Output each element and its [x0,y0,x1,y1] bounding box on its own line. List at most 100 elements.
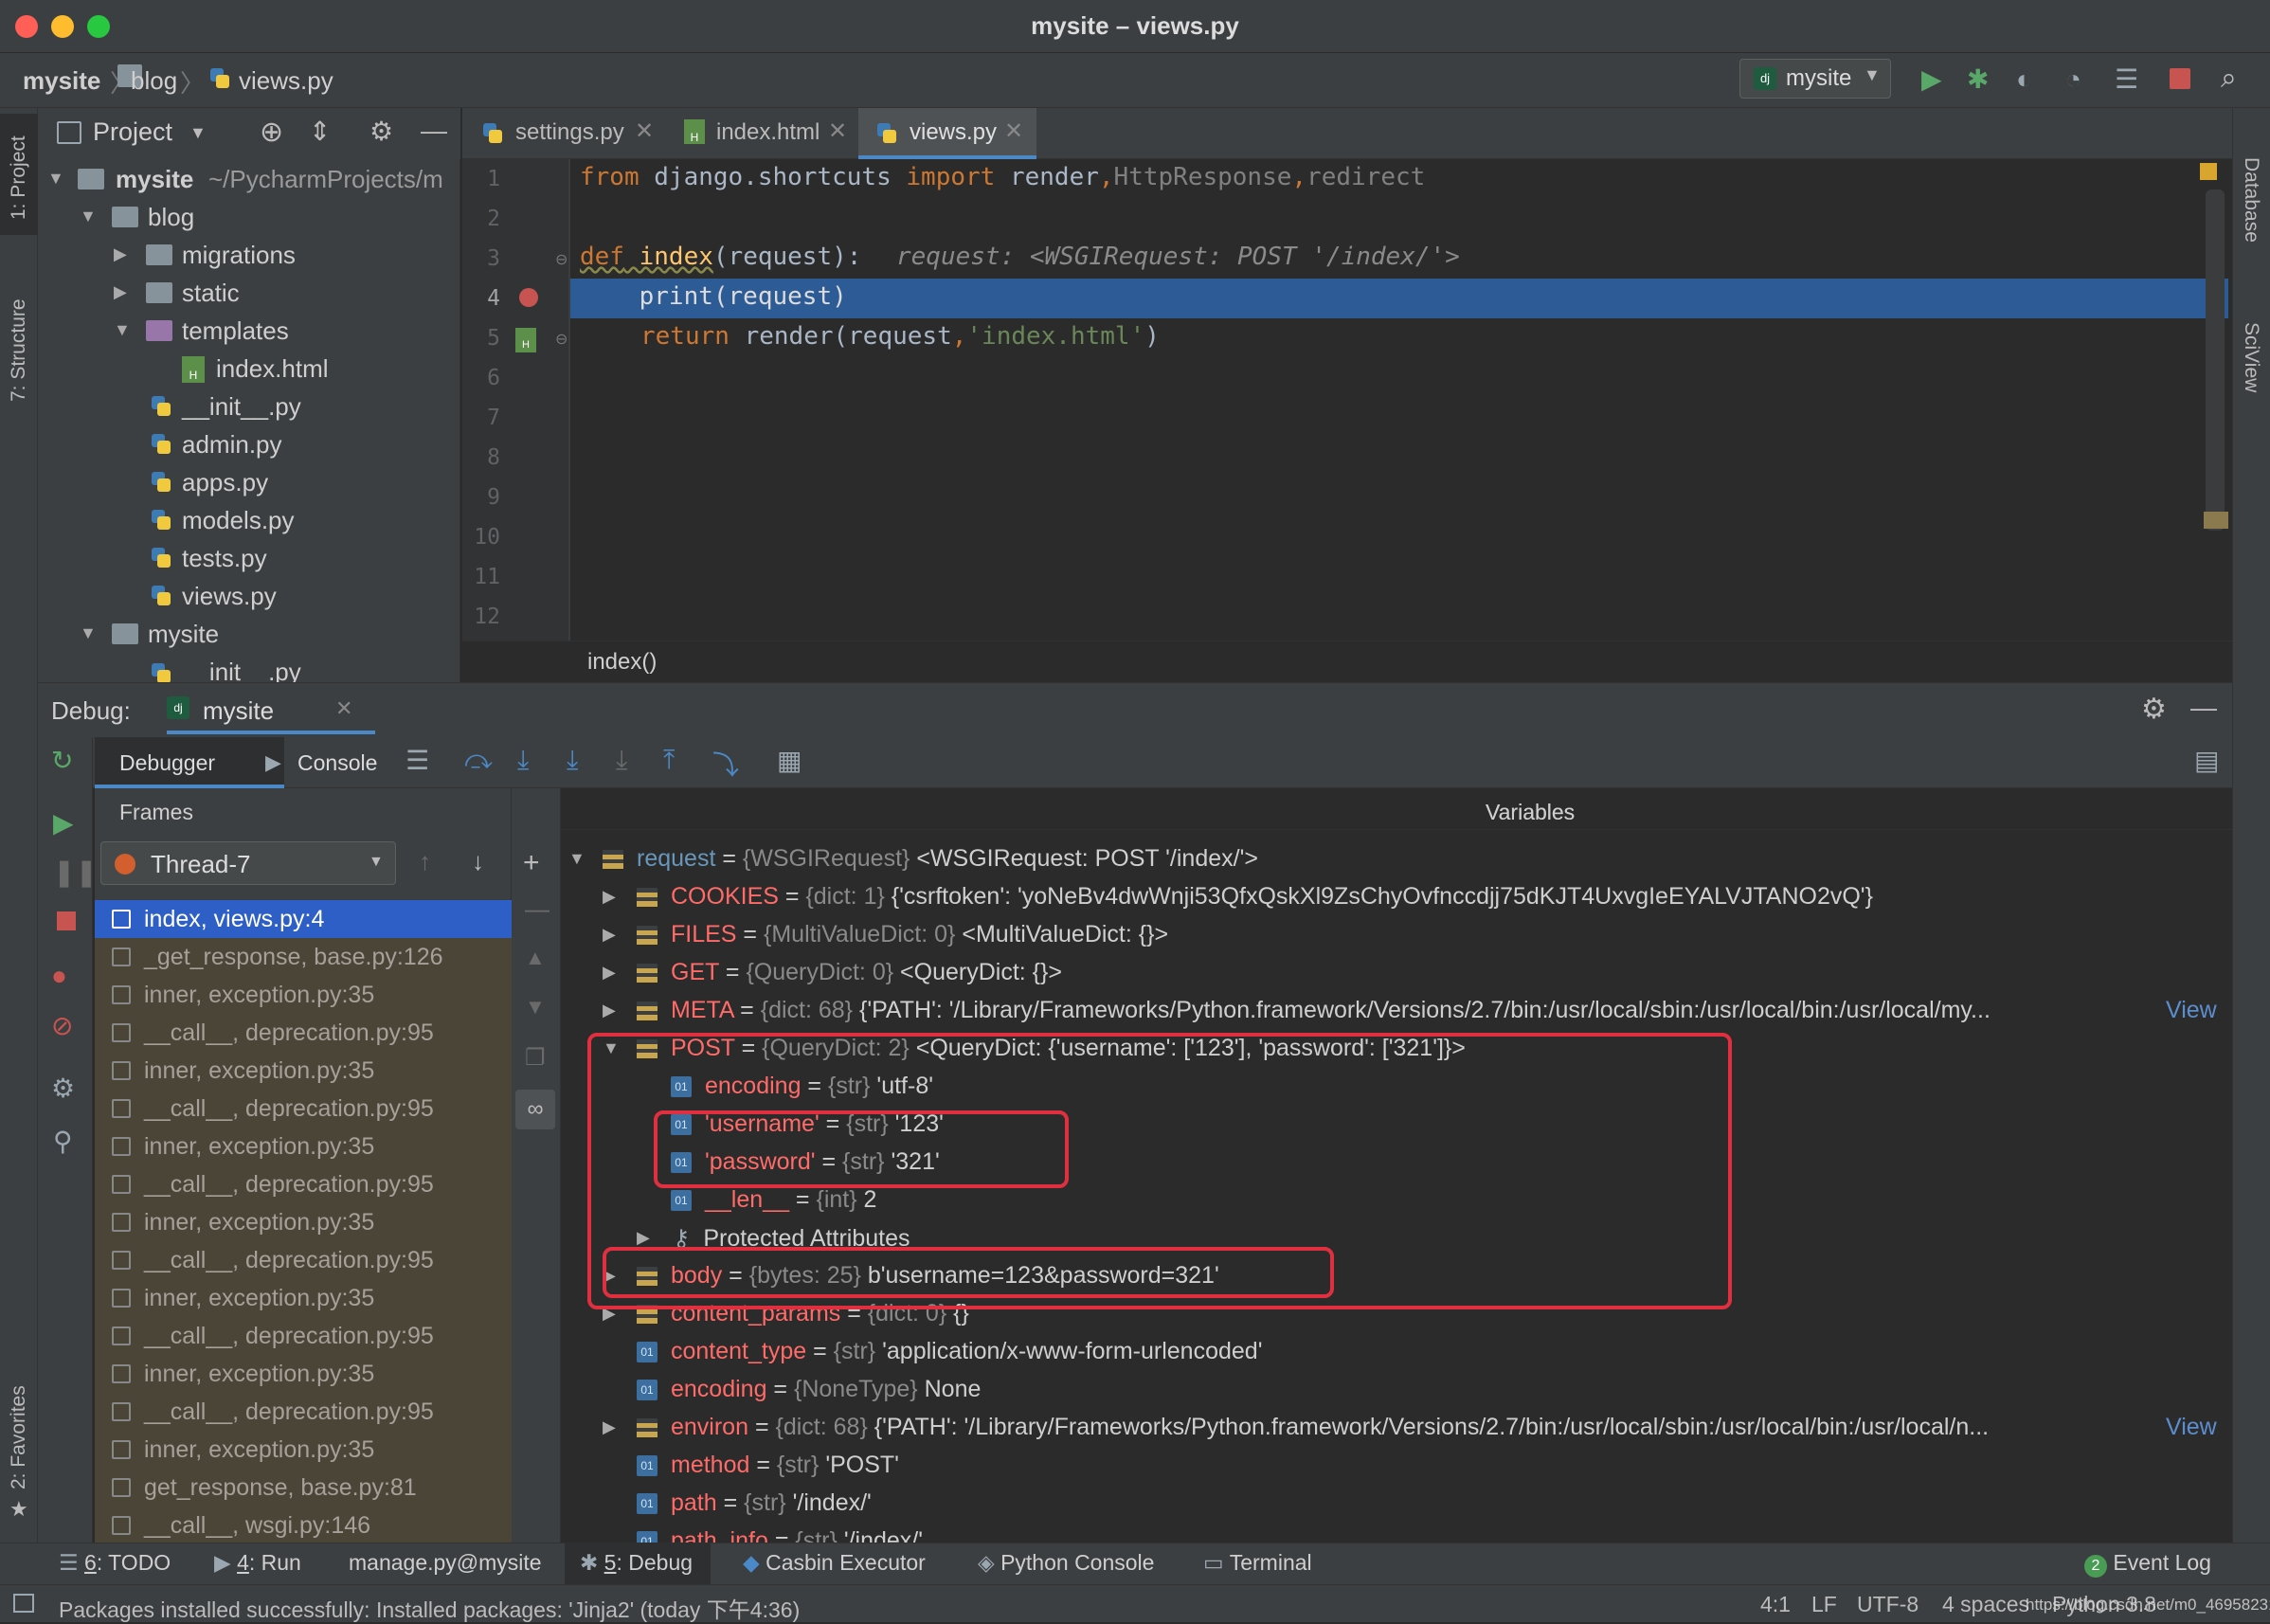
breadcrumb-file[interactable]: views.py [239,66,333,96]
tab-index-html[interactable]: H index.html ✕ [675,108,855,159]
expand-arrow-icon[interactable]: ▶ [603,887,616,907]
expand-arrow-icon[interactable]: ▼ [80,623,97,643]
side-tab-project[interactable]: 1: Project [8,135,30,220]
frame-item[interactable]: __call__, deprecation.py:95 [95,1090,512,1128]
expand-arrow-icon[interactable]: ▶ [603,1417,616,1437]
resume-icon[interactable]: ▶ [53,807,74,839]
side-tab-structure[interactable]: 7: Structure [8,298,30,402]
var-row[interactable]: environ = {dict: 68} {'PATH': '/Library/… [637,1414,2149,1441]
tree-item-views-py[interactable]: views.py [182,582,277,611]
step-over-icon[interactable]: ⤓ [517,745,529,776]
var-row[interactable]: COOKIES = {dict: 1} {'csrftoken': 'yoNeB… [637,883,1873,911]
var-row[interactable]: request = {WSGIRequest} <WSGIRequest: PO… [603,845,1258,873]
code-editor[interactable] [462,159,2232,641]
tab-views-py[interactable]: views.py ✕ [858,108,1036,159]
tree-item-mysite[interactable]: mysite [148,620,219,649]
show-execution-point-icon[interactable]: ⤼ [464,745,493,776]
var-row[interactable]: 01 encoding = {NoneType} None [637,1376,981,1403]
indent-setting[interactable]: 4 spaces [1942,1592,2029,1617]
coverage-icon[interactable]: ◐ [2016,66,2032,93]
gear-icon[interactable]: ⚙ [369,116,393,147]
frame-item[interactable]: get_response, base.py:81 [95,1469,512,1507]
move-down-icon[interactable]: ▼ [525,995,546,1020]
expand-arrow-icon[interactable]: ▶ [603,925,616,945]
close-icon[interactable]: ✕ [828,117,847,145]
profile-icon[interactable]: ◔ [2065,66,2081,93]
frame-item-selected[interactable]: index, views.py:4 [95,900,512,938]
glasses-icon[interactable]: ∞ [515,1090,555,1129]
frame-item[interactable]: inner, exception.py:35 [95,1355,512,1393]
run-to-cursor-icon[interactable]: ⤵ [712,745,739,783]
tab-settings-py[interactable]: settings.py ✕ [477,108,663,159]
layout-icon[interactable]: ☰ [405,745,429,776]
tree-item-blog[interactable]: blog [148,203,194,232]
var-row[interactable]: META = {dict: 68} {'PATH': '/Library/Fra… [637,997,2149,1024]
project-panel-title[interactable]: Project [93,117,172,147]
frame-item[interactable]: inner, exception.py:35 [95,1279,512,1317]
close-icon[interactable]: ✕ [635,117,654,145]
search-icon[interactable]: ⌕ [2221,63,2237,95]
thread-select[interactable]: Thread-7 ▼ [100,841,396,885]
next-frame-icon[interactable]: ↓ [472,847,484,876]
tab-manage-py[interactable]: manage.py@mysite [349,1550,542,1576]
tab-run[interactable]: ▶ 4: Run [214,1550,301,1576]
toggle-tool-windows-icon[interactable] [13,1594,34,1613]
locate-icon[interactable]: ⊕ [260,116,283,149]
debug-bug-icon[interactable]: ✱ [1967,66,1989,93]
tab-terminal[interactable]: ▭ Terminal [1203,1550,1312,1576]
tree-item-admin-py[interactable]: admin.py [182,430,282,460]
frame-item[interactable]: __call__, deprecation.py:95 [95,1393,512,1431]
view-breakpoints-icon[interactable]: ● [51,961,67,991]
close-icon[interactable]: ✕ [1004,117,1023,145]
template-link-icon[interactable]: H [515,328,536,352]
tab-casbin-executor[interactable]: ◆ Casbin Executor [743,1550,926,1576]
step-out-icon[interactable]: ⤒ [663,745,675,776]
concurrency-icon[interactable]: ☰ [2115,66,2138,93]
var-row[interactable]: 01 path = {str} '/index/' [637,1489,872,1517]
tab-todo[interactable]: ☰ 6: TODO [59,1550,171,1576]
warning-marker-icon[interactable] [2200,163,2217,180]
status-message[interactable]: Packages installed successfully: Install… [59,1592,800,1624]
var-row[interactable]: FILES = {MultiValueDict: 0} <MultiValueD… [637,921,1168,948]
side-tab-favorites[interactable]: 2: Favorites [8,1385,30,1489]
cursor-position[interactable]: 4:1 [1760,1592,1791,1617]
stop-icon[interactable] [2170,68,2190,89]
stop-icon[interactable] [57,911,76,930]
add-watch-icon[interactable]: + [523,847,540,879]
frame-item[interactable]: __call__, wsgi.py:146 [95,1507,512,1543]
gear-icon[interactable]: ⚙ [2141,693,2167,726]
run-icon[interactable]: ▶ [1921,66,1942,93]
tree-item-tests-py[interactable]: tests.py [182,544,267,573]
breadcrumb-project[interactable]: mysite [23,66,100,96]
tree-item-apps-py[interactable]: apps.py [182,468,268,497]
frame-item[interactable]: inner, exception.py:35 [95,1128,512,1165]
rerun-icon[interactable]: ↻ [51,745,73,776]
var-row[interactable]: 01 method = {str} 'POST' [637,1452,899,1479]
frame-item[interactable]: __call__, deprecation.py:95 [95,1014,512,1052]
expand-arrow-icon[interactable]: ▼ [568,849,586,869]
frame-item[interactable]: __call__, deprecation.py:95 [95,1317,512,1355]
collapse-all-icon[interactable]: ⇕ [309,116,331,147]
debug-session-tab[interactable]: dj mysite ✕ [167,687,375,734]
evaluate-expression-icon[interactable]: ▦ [777,745,802,776]
expand-arrow-icon[interactable]: ▼ [114,320,131,340]
view-link[interactable]: View [2166,997,2217,1024]
line-separator[interactable]: LF [1811,1592,1837,1617]
pause-icon[interactable]: ❚❚ [53,857,98,888]
tree-item-mysite-root[interactable]: mysite [116,165,193,194]
move-up-icon[interactable]: ▲ [525,946,546,970]
run-configuration-select[interactable]: dj mysite ▼ [1739,59,1891,99]
fold-icon[interactable]: ⊖ [555,330,568,349]
view-link[interactable]: View [2166,1414,2217,1441]
restore-layout-icon[interactable]: ▤ [2194,745,2219,776]
tab-debugger[interactable]: Debugger [95,737,284,788]
previous-frame-icon[interactable]: ↑ [419,847,431,876]
var-row[interactable]: 01 content_type = {str} 'application/x-ww… [637,1338,1262,1365]
var-row[interactable]: GET = {QueryDict: 0} <QueryDict: {}> [637,959,1062,986]
expand-arrow-icon[interactable]: ▼ [80,207,97,226]
step-into-icon[interactable]: ⤓ [567,745,578,776]
tab-debug[interactable]: ✱ 5: Debug [580,1550,693,1576]
frame-item[interactable]: __call__, deprecation.py:95 [95,1241,512,1279]
mute-breakpoints-icon[interactable]: ⊘ [51,1010,73,1041]
frame-item[interactable]: _get_response, base.py:126 [95,938,512,976]
